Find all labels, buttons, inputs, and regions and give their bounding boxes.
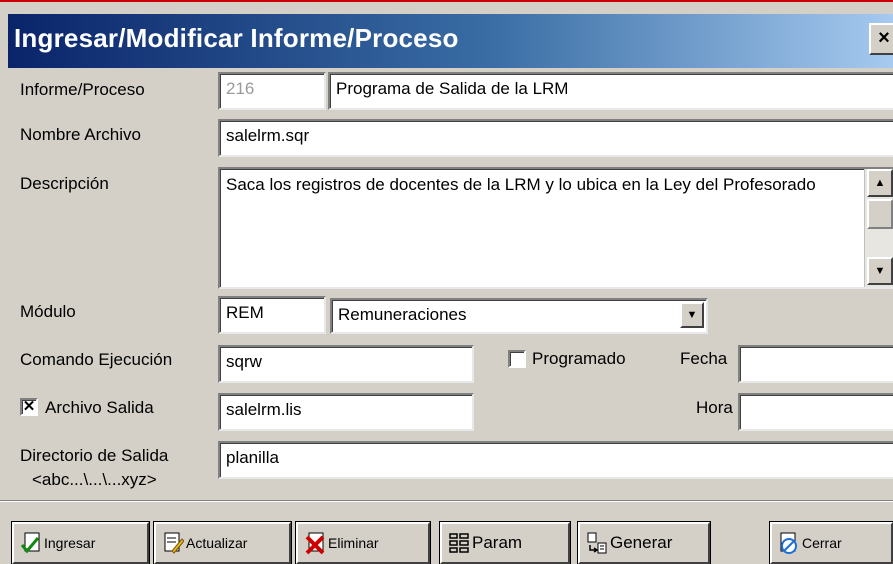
window-title: Ingresar/Modificar Informe/Proceso bbox=[14, 23, 459, 53]
generate-icon bbox=[586, 531, 608, 555]
fecha-label: Fecha bbox=[680, 349, 728, 368]
generar-label: Generar bbox=[610, 533, 673, 552]
delete-doc-icon bbox=[304, 531, 326, 555]
scroll-up-icon[interactable]: ▲ bbox=[867, 169, 893, 197]
archivo-label: Nombre Archivo bbox=[20, 125, 141, 144]
generar-button[interactable]: Generar bbox=[577, 521, 711, 564]
informe-name-field[interactable]: Programa de Salida de la LRM bbox=[328, 72, 893, 110]
archivo-salida-label: Archivo Salida bbox=[45, 398, 154, 417]
comando-field[interactable]: sqrw bbox=[218, 345, 474, 383]
param-button[interactable]: Param bbox=[439, 521, 571, 564]
archivo-field[interactable]: salelrm.sqr bbox=[218, 119, 893, 157]
eliminar-button[interactable]: Eliminar bbox=[295, 521, 431, 564]
cerrar-button[interactable]: Cerrar bbox=[769, 521, 893, 564]
directorio-label: Directorio de Salida bbox=[20, 446, 169, 465]
eliminar-label: Eliminar bbox=[328, 535, 379, 551]
param-label: Param bbox=[472, 533, 523, 552]
modulo-label: Módulo bbox=[20, 302, 76, 321]
ingresar-button[interactable]: Ingresar bbox=[11, 521, 150, 564]
hora-field[interactable] bbox=[738, 393, 893, 431]
comando-label: Comando Ejecución bbox=[20, 350, 173, 369]
archivo-salida-checkbox[interactable]: ✕ bbox=[20, 398, 38, 416]
fecha-field[interactable] bbox=[738, 345, 893, 383]
ingresar-label: Ingresar bbox=[44, 535, 96, 551]
archivo-salida-field[interactable]: salelrm.lis bbox=[218, 393, 474, 431]
modulo-code-field[interactable]: REM bbox=[218, 296, 326, 334]
check-doc-icon bbox=[20, 531, 42, 555]
edit-doc-icon bbox=[162, 531, 184, 555]
directorio-field[interactable]: planilla bbox=[218, 441, 893, 479]
programado-checkbox[interactable] bbox=[508, 350, 526, 368]
list-icon bbox=[448, 531, 470, 555]
scroll-down-icon[interactable]: ▼ bbox=[867, 257, 893, 285]
modulo-select[interactable]: Remuneraciones ▼ bbox=[330, 298, 708, 334]
toolbar-separator bbox=[0, 500, 893, 502]
informe-code-field[interactable]: 216 bbox=[218, 72, 326, 110]
actualizar-button[interactable]: Actualizar bbox=[153, 521, 292, 564]
actualizar-label: Actualizar bbox=[186, 535, 248, 551]
title-bar: Ingresar/Modificar Informe/Proceso × bbox=[0, 0, 893, 76]
close-window-button[interactable]: × bbox=[869, 23, 893, 55]
close-doc-icon bbox=[778, 531, 800, 555]
directorio-hint: <abc...\...\...xyz> bbox=[32, 470, 157, 489]
scroll-thumb[interactable] bbox=[867, 199, 893, 229]
programado-label: Programado bbox=[532, 349, 626, 368]
title-bar-gradient: Ingresar/Modificar Informe/Proceso × bbox=[8, 14, 893, 68]
informe-label: Informe/Proceso bbox=[20, 80, 145, 99]
descripcion-label: Descripción bbox=[20, 174, 109, 193]
descripcion-scrollbar[interactable]: ▲ ▼ bbox=[864, 169, 893, 287]
modulo-selected-value: Remuneraciones bbox=[338, 305, 467, 324]
descripcion-textarea[interactable]: Saca los registros de docentes de la LRM… bbox=[218, 167, 893, 289]
cerrar-label: Cerrar bbox=[802, 535, 842, 551]
hora-label: Hora bbox=[696, 398, 733, 417]
chevron-down-icon[interactable]: ▼ bbox=[680, 302, 704, 328]
